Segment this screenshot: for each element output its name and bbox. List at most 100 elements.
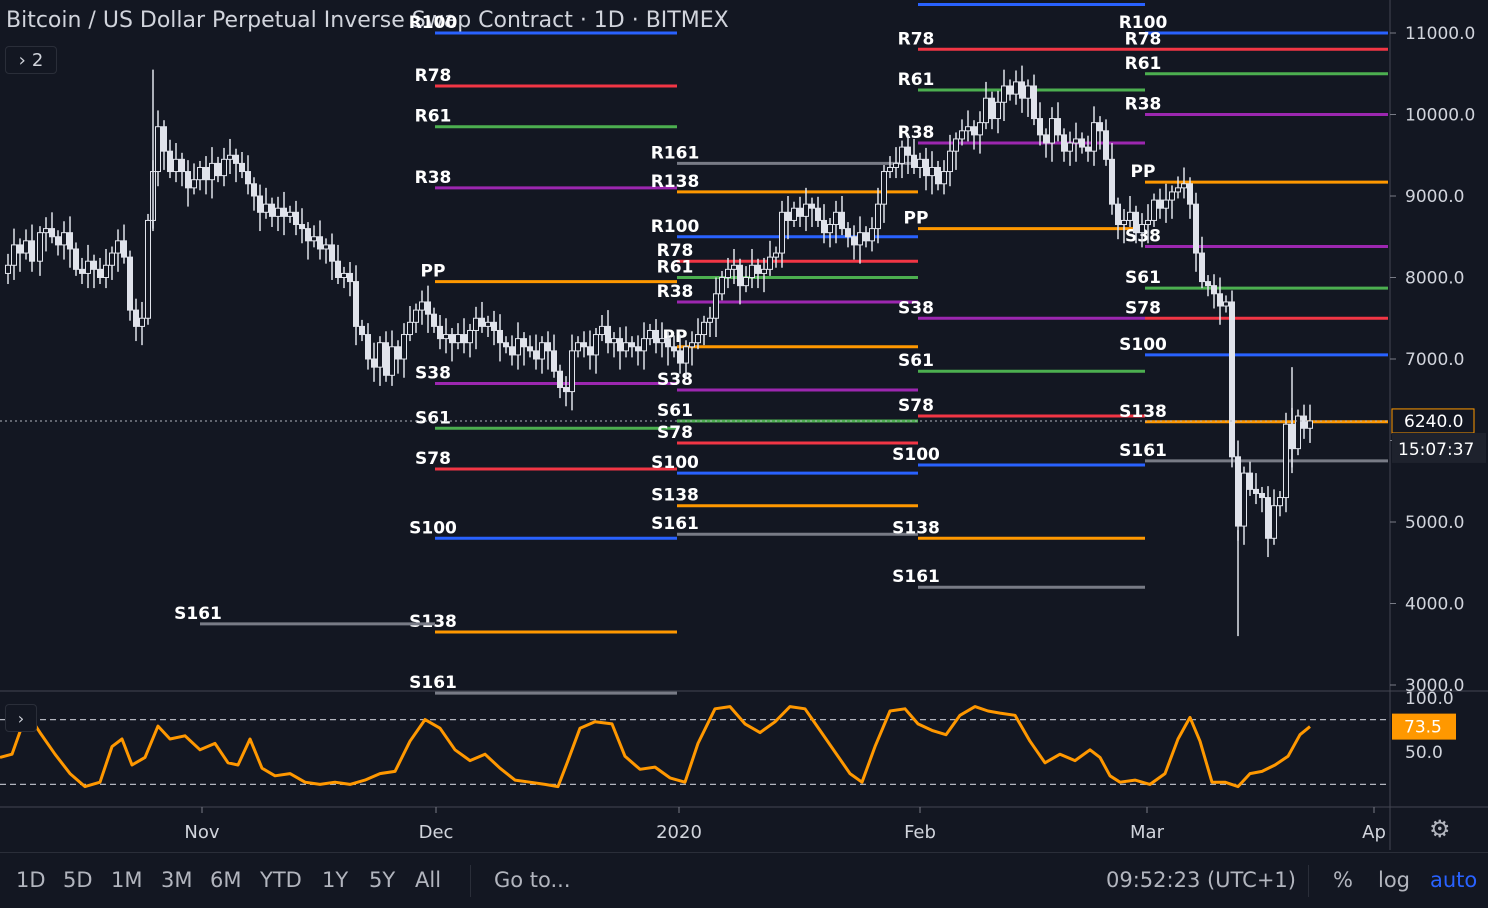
candle-body (437, 325, 443, 340)
candle-body (815, 207, 821, 221)
candle-body (533, 350, 539, 360)
candle-body (773, 252, 779, 258)
candle-body (227, 154, 233, 160)
pivot-label-s138c: S138 (892, 518, 940, 538)
candle-body (563, 387, 569, 393)
candle-body (317, 236, 323, 250)
candle-body (635, 346, 641, 352)
candle-body (85, 260, 91, 274)
candle-body (167, 150, 173, 173)
candle-body (1007, 85, 1013, 95)
candle-body (97, 268, 103, 279)
timeframe-ytd[interactable]: YTD (260, 868, 302, 892)
candle-body (1235, 456, 1241, 527)
pivot-label-s78: S78 (415, 449, 451, 469)
pivot-label-s78b: S78 (657, 423, 693, 443)
timeframe-5d[interactable]: 5D (63, 868, 93, 892)
candle-body (377, 342, 383, 368)
candle-body (1199, 252, 1205, 283)
candle-body (281, 207, 287, 217)
oscillator-collapse-button[interactable]: › (5, 704, 37, 732)
candle-body (887, 166, 893, 173)
candle-body (491, 321, 497, 331)
candle-body (851, 236, 857, 246)
pivot-label-r100c: R100 (892, 0, 941, 4)
clock-display[interactable]: 09:52:23 (UTC+1) (1106, 868, 1296, 892)
candle-body (1259, 492, 1265, 499)
candle-body (593, 334, 599, 356)
pivot-label-s161b: S161 (409, 673, 457, 693)
candle-body (133, 309, 139, 327)
time-tick-label: 2020 (656, 822, 702, 843)
auto-toggle[interactable]: auto (1430, 868, 1477, 892)
candle-body (1217, 293, 1223, 307)
candle-body (701, 321, 707, 336)
candle-body (713, 293, 719, 319)
candle-body (37, 232, 43, 262)
candle-body (575, 342, 581, 352)
candle-body (11, 244, 17, 266)
pivot-label-s161d: S161 (892, 567, 940, 587)
candle-body (407, 321, 413, 336)
candle-body (545, 342, 551, 352)
timeframe-1m[interactable]: 1M (111, 868, 142, 892)
chevron-right-icon: › (17, 708, 25, 728)
pivot-label-s138b: S138 (651, 486, 699, 506)
candle-body (611, 338, 617, 344)
candle-body (61, 232, 67, 246)
pivot-label-r38d: R38 (1125, 95, 1162, 115)
candle-body (1025, 85, 1031, 99)
timeframe-6m[interactable]: 6M (210, 868, 241, 892)
gear-icon[interactable]: ⚙ (1429, 817, 1453, 841)
candle-body (1121, 219, 1127, 226)
candle-body (359, 325, 365, 336)
timeframe-1d[interactable]: 1D (16, 868, 46, 892)
candle-body (899, 146, 905, 164)
candle-body (473, 317, 479, 331)
bottom-toolbar: 1D 5D 1M 3M 6M YTD 1Y 5Y All Go to... 09… (0, 852, 1488, 908)
last-price-label: 6240.0 (1404, 412, 1463, 432)
toolbar-divider (470, 865, 471, 897)
timeframe-5y[interactable]: 5Y (369, 868, 395, 892)
candle-body (371, 358, 377, 368)
timeframe-all[interactable]: All (415, 868, 441, 892)
candle-body (671, 346, 677, 352)
candle-body (145, 219, 151, 319)
candle-body (1103, 130, 1109, 160)
chart-canvas[interactable]: 3000.04000.05000.06000.07000.08000.09000… (0, 0, 1488, 908)
candle-body (1229, 301, 1235, 458)
candle-body (197, 166, 203, 181)
candle-body (791, 207, 797, 221)
time-tick-label: Nov (184, 822, 219, 843)
candle-body (1115, 203, 1121, 226)
candle-body (139, 317, 145, 327)
candle-body (43, 228, 49, 234)
candle-body (389, 346, 395, 376)
candle-body (1031, 85, 1037, 120)
candle-body (941, 171, 947, 185)
candle-body (515, 338, 521, 356)
timeframe-3m[interactable]: 3M (161, 868, 192, 892)
pivot-label-r61b: R61 (657, 258, 694, 278)
candle-body (587, 346, 593, 356)
candle-body (785, 211, 791, 221)
countdown-label: 15:07:37 (1398, 440, 1474, 460)
candle-body (1097, 122, 1103, 132)
candle-body (263, 203, 269, 213)
candle-body (431, 313, 437, 327)
candle-body (539, 342, 545, 360)
candle-body (173, 158, 179, 173)
candle-body (161, 126, 167, 152)
candle-body (335, 260, 341, 279)
log-toggle[interactable]: log (1378, 868, 1410, 892)
pivot-label-r78: R78 (415, 66, 452, 86)
candle-body (245, 171, 251, 185)
candle-body (677, 350, 683, 364)
timeframe-1y[interactable]: 1Y (322, 868, 348, 892)
candle-body (557, 370, 563, 389)
goto-button[interactable]: Go to... (494, 868, 571, 892)
percent-toggle[interactable]: % (1333, 868, 1353, 892)
pivot-label-s100c: S100 (892, 445, 940, 465)
pivot-label-r78d: R78 (1125, 29, 1162, 49)
pivot-label-s100b: S100 (651, 453, 699, 473)
